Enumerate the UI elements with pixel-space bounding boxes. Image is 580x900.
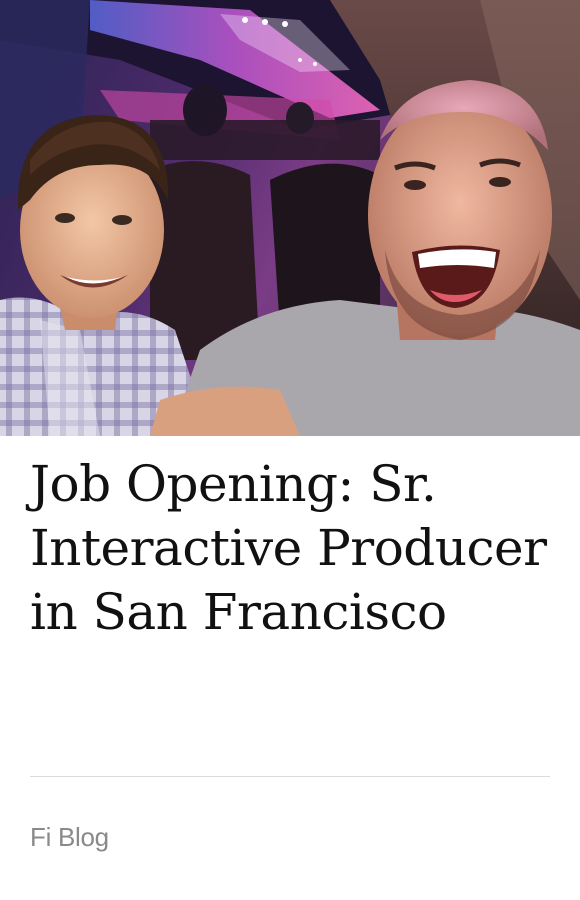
article-title[interactable]: Job Opening: Sr. Interactive Producer in…: [30, 452, 550, 644]
article-card[interactable]: Job Opening: Sr. Interactive Producer in…: [0, 0, 580, 900]
hero-image[interactable]: [0, 0, 580, 436]
source-label[interactable]: Fi Blog: [30, 822, 109, 853]
divider: [30, 776, 550, 777]
selfie-photo: [0, 0, 580, 436]
